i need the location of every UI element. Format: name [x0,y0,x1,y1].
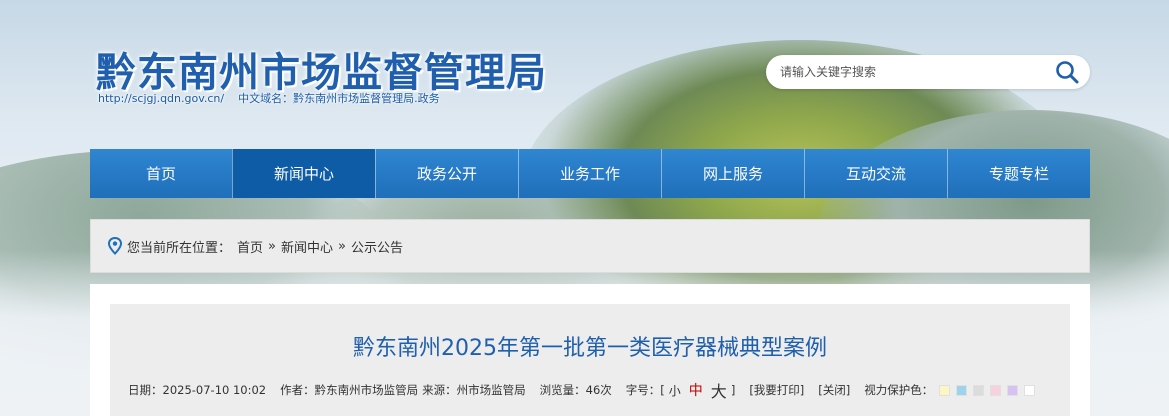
breadcrumb-home[interactable]: 首页 [237,237,263,256]
nav-item-online-services[interactable]: 网上服务 [661,149,804,198]
breadcrumb: 您当前所在位置： 首页 » 新闻中心 » 公示公告 [90,219,1090,273]
search-input[interactable] [780,59,1040,85]
close-button[interactable]: [关闭] [818,382,850,398]
nav-item-government-affairs[interactable]: 政务公开 [375,149,518,198]
main-nav: 首页 新闻中心 政务公开 业务工作 网上服务 互动交流 专题专栏 [90,149,1090,198]
eye-care-color-swatch[interactable] [939,384,951,396]
article-source: 来源：州市场监管局 [422,383,526,397]
eye-care-label: 视力保护色： [864,383,934,397]
chinese-domain-label: 中文域名：黔东南州市场监督管理局.政务 [238,92,440,105]
font-size-label: 字号：[ [625,383,665,397]
print-button[interactable]: [我要打印] [749,382,804,398]
article-views: 浏览量：46次 [539,383,612,397]
font-size-medium-button[interactable]: 中 [689,380,703,400]
eye-care-color-swatch[interactable] [973,384,985,396]
article-header: 黔东南州2025年第一批第一类医疗器械典型案例 日期：2025-07-10 10… [110,304,1070,416]
search-icon[interactable] [1054,59,1080,85]
eye-care-color-swatch[interactable] [956,384,968,396]
eye-care-color-swatch[interactable] [990,384,1002,396]
article-meta: 日期：2025-07-10 10:02 作者：黔东南州市场监管局 来源：州市场监… [128,378,1068,402]
eye-care-swatches [933,384,1036,396]
nav-item-business-work[interactable]: 业务工作 [518,149,661,198]
nav-item-interaction[interactable]: 互动交流 [804,149,947,198]
breadcrumb-news-center[interactable]: 新闻中心 [281,237,333,256]
breadcrumb-prefix: 您当前所在位置： [127,240,232,256]
breadcrumb-separator: » [338,238,346,254]
nav-item-special-topics[interactable]: 专题专栏 [947,149,1090,198]
nav-item-news-center[interactable]: 新闻中心 [232,149,375,198]
search-box [766,55,1090,89]
article-author: 作者：黔东南州市场监管局 [280,383,419,397]
font-size-close: ] [730,383,736,397]
location-pin-icon [107,236,123,255]
font-size-small-button[interactable]: 小 [669,382,681,399]
nav-item-home[interactable]: 首页 [90,149,232,198]
breadcrumb-separator: » [268,238,276,254]
eye-care-color-swatch[interactable] [1024,384,1036,396]
article-title: 黔东南州2025年第一批第一类医疗器械典型案例 [353,336,827,361]
eye-care-color-swatch[interactable] [1007,384,1019,396]
content-area: 黔东南州2025年第一批第一类医疗器械典型案例 日期：2025-07-10 10… [90,284,1090,416]
breadcrumb-announcements[interactable]: 公示公告 [351,237,403,256]
site-domain-line: http://scjgj.qdn.gov.cn/ 中文域名：黔东南州市场监督管理… [98,90,440,106]
article-date: 日期：2025-07-10 10:02 [128,383,267,397]
font-size-large-button[interactable]: 大 [711,378,727,402]
site-url[interactable]: http://scjgj.qdn.gov.cn/ [98,92,224,105]
